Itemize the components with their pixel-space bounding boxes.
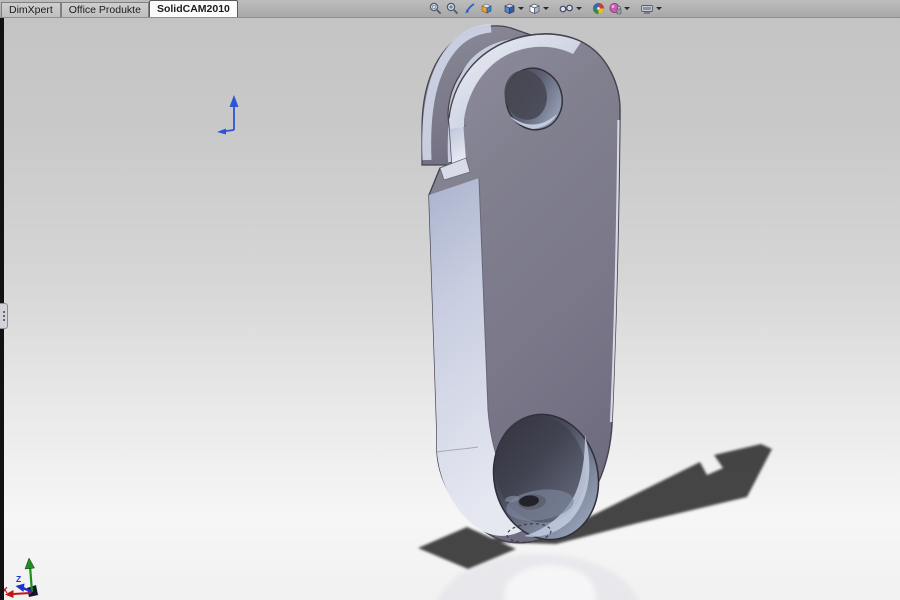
apply-scene-icon xyxy=(609,2,622,15)
display-style-button[interactable] xyxy=(527,1,550,16)
zoom-to-fit-button[interactable] xyxy=(428,1,443,16)
view-orientation-button[interactable] xyxy=(502,1,525,16)
heads-up-view-toolbar xyxy=(427,1,664,16)
section-view-button[interactable] xyxy=(479,1,494,16)
previous-view-button[interactable] xyxy=(462,1,477,16)
edit-appearance-button[interactable] xyxy=(591,1,606,16)
edit-appearance-icon xyxy=(592,2,605,15)
zoom-to-area-icon xyxy=(446,2,459,15)
hide-show-items-button[interactable] xyxy=(558,1,583,16)
hide-show-items-icon xyxy=(559,2,574,15)
graphics-viewport[interactable] xyxy=(0,17,900,600)
solidworks-window: DimXpert Office Produkte SolidCAM2010 xyxy=(0,0,900,600)
top-bar: DimXpert Office Produkte SolidCAM2010 xyxy=(0,0,900,18)
dropdown-arrow[interactable] xyxy=(656,7,662,10)
tab-dimxpert[interactable]: DimXpert xyxy=(1,2,61,17)
dropdown-arrow[interactable] xyxy=(543,7,549,10)
panel-splitter-handle[interactable] xyxy=(0,303,8,329)
tab-solidcam2010[interactable]: SolidCAM2010 xyxy=(149,0,238,17)
view-orientation-icon xyxy=(503,2,516,15)
dropdown-arrow[interactable] xyxy=(576,7,582,10)
zoom-to-area-button[interactable] xyxy=(445,1,460,16)
apply-scene-button[interactable] xyxy=(608,1,631,16)
view-settings-button[interactable] xyxy=(639,1,663,16)
commandmanager-tabs: DimXpert Office Produkte SolidCAM2010 xyxy=(1,0,238,17)
zoom-to-fit-icon xyxy=(429,2,442,15)
display-style-icon xyxy=(528,2,541,15)
section-view-icon xyxy=(480,2,493,15)
previous-view-icon xyxy=(463,2,476,15)
dropdown-arrow[interactable] xyxy=(518,7,524,10)
dropdown-arrow[interactable] xyxy=(624,7,630,10)
tab-office-produkte[interactable]: Office Produkte xyxy=(61,2,149,17)
view-settings-icon xyxy=(640,2,654,15)
